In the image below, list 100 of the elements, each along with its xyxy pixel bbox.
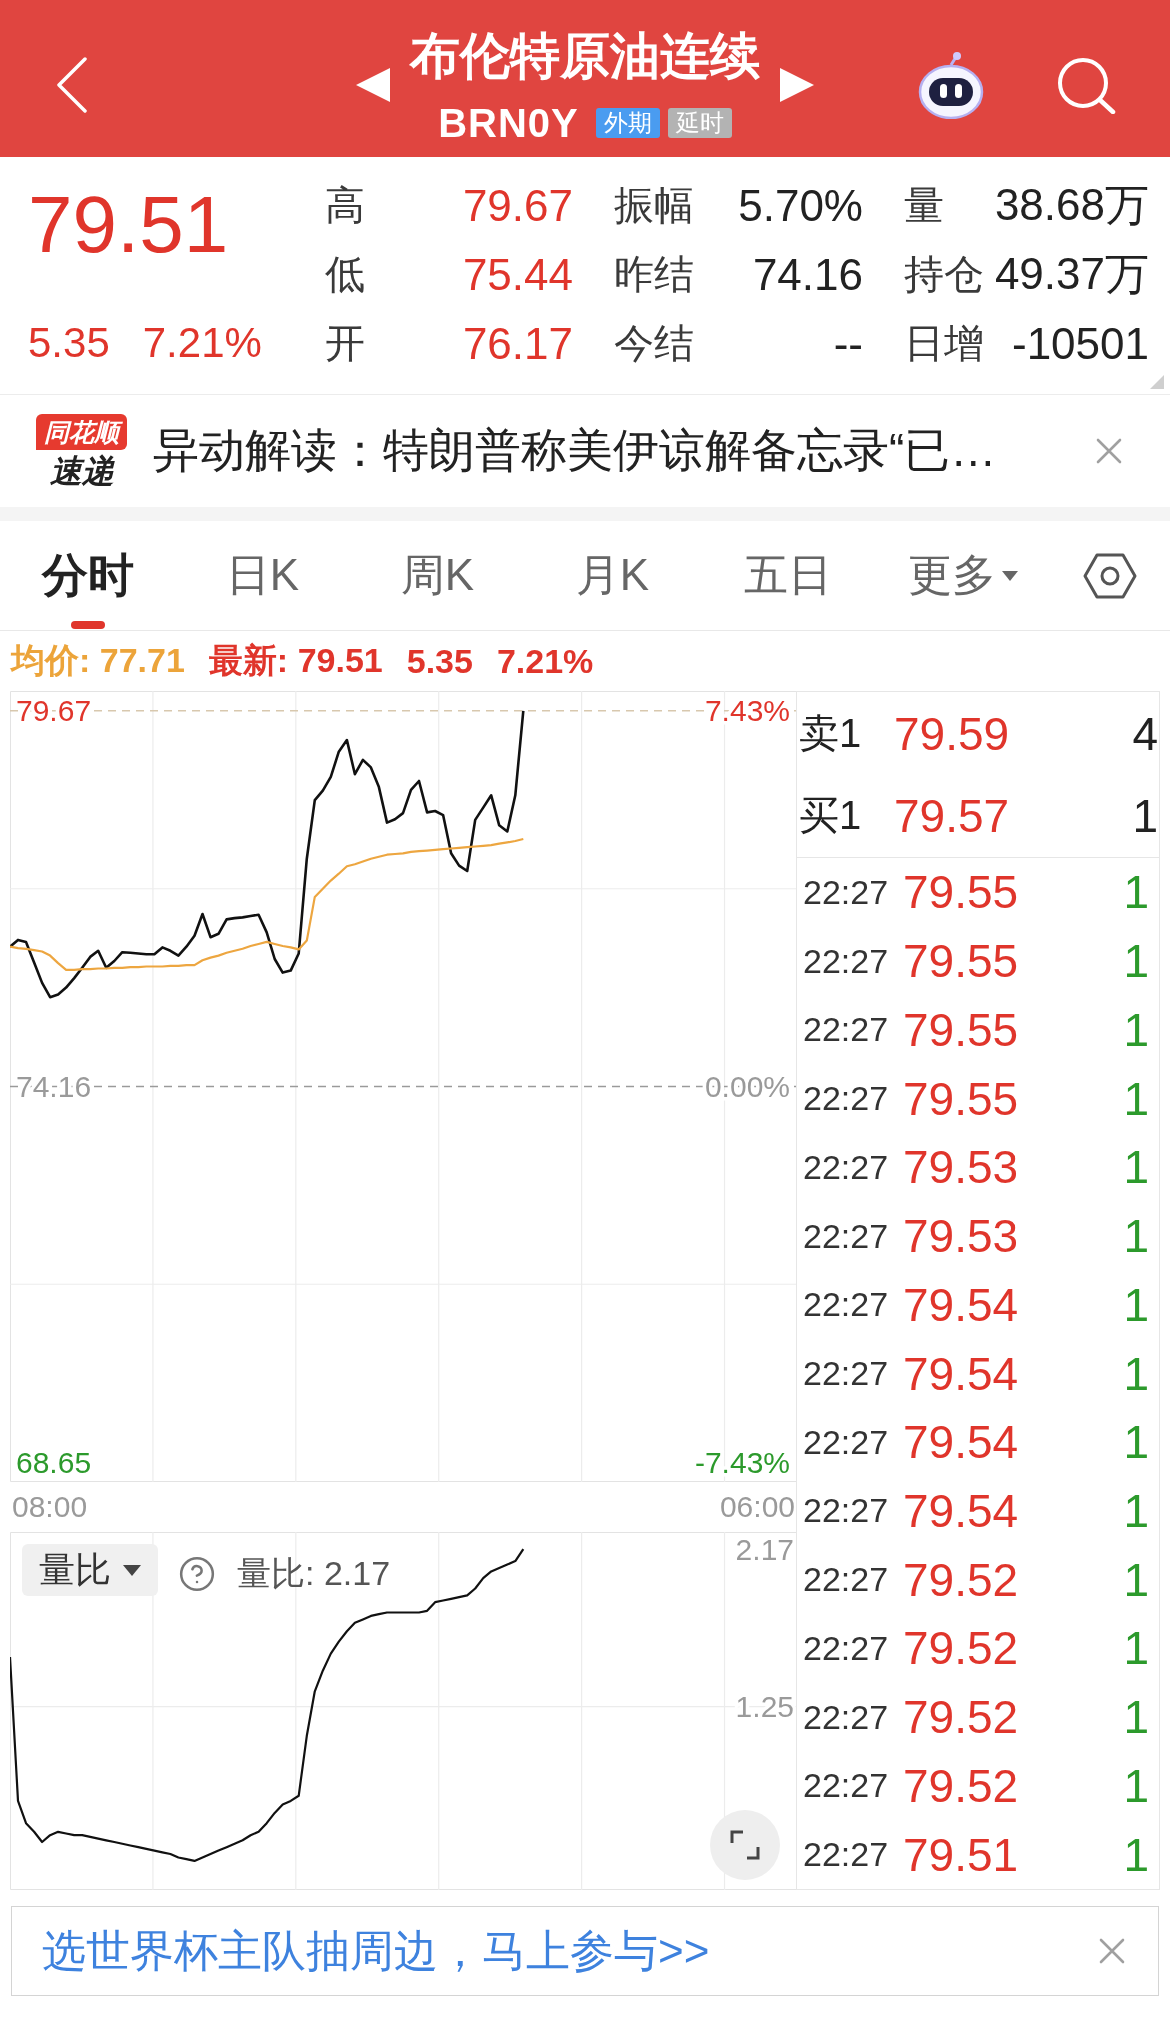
label-tag: 外期 xyxy=(595,108,660,138)
trade-volume: 1 xyxy=(1123,934,1149,989)
trade-time: 22:27 xyxy=(803,1835,890,1875)
caret-icon xyxy=(123,1564,141,1576)
trade-volume: 1 xyxy=(1123,1071,1149,1126)
trade-volume: 1 xyxy=(1123,1002,1149,1057)
trade-volume: 1 xyxy=(1123,1690,1149,1745)
price-axis-label: 68.65 xyxy=(16,1445,92,1479)
search-icon[interactable] xyxy=(1056,55,1116,114)
left-triangle-icon[interactable] xyxy=(356,67,390,102)
close-icon[interactable] xyxy=(1099,1938,1125,1964)
trade-time: 22:27 xyxy=(803,1354,890,1393)
stat-label: 量 xyxy=(904,182,944,229)
stat-label: 日增 xyxy=(904,320,984,367)
trade-time: 22:27 xyxy=(803,1010,890,1050)
change-percent: 7.21% xyxy=(496,641,594,681)
average-price: 均价: 77.71 xyxy=(11,640,185,681)
trade-volume: 1 xyxy=(1123,1827,1149,1882)
period-tab[interactable]: 分时 xyxy=(33,521,142,630)
price-axis-label: 74.16 xyxy=(16,1070,92,1103)
settings-icon[interactable] xyxy=(1083,551,1137,600)
percent-axis-label: 7.43% xyxy=(704,694,790,728)
trade-volume: 1 xyxy=(1123,1277,1149,1332)
trade-price: 79.54 xyxy=(903,1415,1020,1470)
robot-icon[interactable] xyxy=(918,50,984,119)
promo-link[interactable]: 选世界杯主队抽周边，马上参与>> xyxy=(42,1921,710,1981)
trade-volume: 1 xyxy=(1123,1209,1149,1264)
help-icon[interactable] xyxy=(178,1555,216,1593)
stat-value: -10501 xyxy=(1012,318,1149,369)
trade-volume: 1 xyxy=(1123,1483,1149,1538)
trade-price: 79.55 xyxy=(903,865,1020,920)
trade-time: 22:27 xyxy=(803,1079,890,1119)
order-volume: 1 xyxy=(1132,788,1158,843)
stat-value: 38.68万 xyxy=(994,179,1149,231)
ratio-axis-label: 1.25 xyxy=(735,1690,794,1724)
instrument-code: BRN0Y xyxy=(438,103,579,143)
trade-volume: 1 xyxy=(1123,865,1149,920)
stat-label: 低 xyxy=(325,251,365,298)
stat-value: 5.70% xyxy=(738,180,863,231)
trade-time: 22:27 xyxy=(803,1697,890,1737)
trade-time: 22:27 xyxy=(803,1491,890,1531)
last-price: 79.51 xyxy=(28,180,230,270)
stat-value: 79.67 xyxy=(462,180,573,231)
trade-time: 22:27 xyxy=(803,1216,890,1256)
ratio-axis-label: 2.17 xyxy=(735,1532,794,1566)
trade-time: 22:27 xyxy=(803,1147,890,1187)
trade-price: 79.52 xyxy=(903,1758,1020,1813)
trade-volume: 1 xyxy=(1123,1415,1149,1470)
stat-label: 振幅 xyxy=(614,182,694,229)
stat-value: 49.37万 xyxy=(994,248,1149,300)
stat-label: 高 xyxy=(325,182,365,229)
trade-volume: 1 xyxy=(1123,1552,1149,1607)
price-change: 5.35 xyxy=(406,641,473,681)
trade-price: 79.55 xyxy=(903,1071,1020,1126)
trade-price: 79.55 xyxy=(903,1002,1020,1057)
period-tab[interactable]: 五日 xyxy=(735,521,840,630)
trade-price: 79.52 xyxy=(903,1621,1020,1676)
trade-price: 79.53 xyxy=(903,1140,1020,1195)
period-tab[interactable]: 月K xyxy=(567,521,658,630)
order-price: 79.57 xyxy=(894,788,1011,843)
trade-time: 22:27 xyxy=(803,1628,890,1668)
close-icon[interactable] xyxy=(1096,438,1122,464)
time-axis-label: 08:00 xyxy=(12,1490,88,1523)
trade-volume: 1 xyxy=(1123,1140,1149,1195)
right-triangle-icon[interactable] xyxy=(780,67,814,102)
order-volume: 4 xyxy=(1132,706,1158,761)
stat-value: 74.16 xyxy=(752,249,863,300)
indicator-reading: 量比: 2.17 xyxy=(237,1553,391,1594)
order-label: 买1 xyxy=(799,792,863,839)
trade-price: 79.54 xyxy=(903,1483,1020,1538)
stat-label: 开 xyxy=(325,320,365,367)
stat-label: 今结 xyxy=(614,320,694,367)
trade-time: 22:27 xyxy=(803,1422,890,1462)
stat-label: 持仓 xyxy=(904,251,984,298)
brand-tag: 同花顺 xyxy=(36,413,127,450)
label-tag: 延时 xyxy=(667,108,732,138)
price-change: 5.35 xyxy=(28,318,110,368)
stat-value: 75.44 xyxy=(462,249,573,300)
trade-price: 79.53 xyxy=(903,1209,1020,1264)
trade-time: 22:27 xyxy=(803,1766,890,1806)
trade-time: 22:27 xyxy=(803,1560,890,1600)
indicator-dropdown[interactable]: 量比 xyxy=(22,1544,158,1596)
trade-volume: 1 xyxy=(1123,1346,1149,1401)
change-percent: 7.21% xyxy=(142,318,262,368)
trade-price: 79.54 xyxy=(903,1346,1020,1401)
back-icon[interactable] xyxy=(56,56,88,113)
latest-price: 最新: 79.51 xyxy=(208,640,383,681)
trade-price: 79.55 xyxy=(903,934,1020,989)
news-headline[interactable]: 异动解读：特朗普称美伊谅解备忘录“已… xyxy=(153,420,1070,482)
trade-volume: 1 xyxy=(1123,1621,1149,1676)
trade-price: 79.52 xyxy=(903,1690,1020,1745)
percent-axis-label: 0.00% xyxy=(704,1070,790,1103)
trade-time: 22:27 xyxy=(803,1285,890,1325)
brand-subtitle: 速递 xyxy=(49,452,114,489)
trade-price: 79.52 xyxy=(903,1552,1020,1607)
order-label: 卖1 xyxy=(799,710,863,757)
period-tab[interactable]: 更多 xyxy=(899,521,1026,630)
period-tab[interactable]: 周K xyxy=(392,521,483,630)
period-tab[interactable]: 日K xyxy=(217,521,308,630)
trade-price: 79.51 xyxy=(903,1827,1020,1882)
